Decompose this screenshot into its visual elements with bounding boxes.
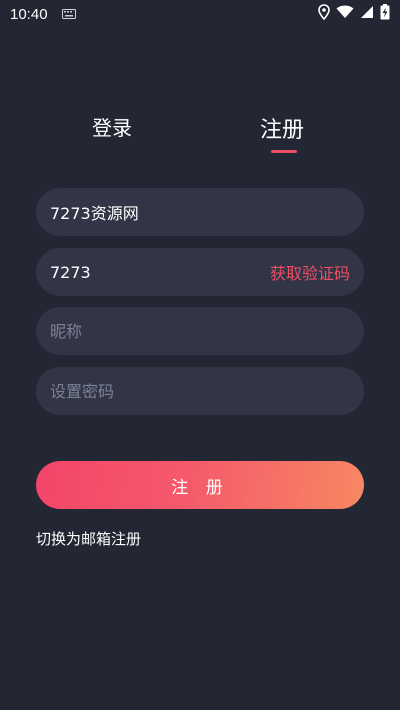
location-icon [318,4,330,24]
username-field [36,188,364,236]
switch-to-email-link[interactable]: 切换为邮箱注册 [36,528,141,549]
username-input[interactable] [50,202,350,222]
nickname-field [36,307,364,355]
auth-tabs: 登录 注册 [0,112,400,162]
code-field: 获取验证码 [36,248,364,296]
password-input[interactable] [50,381,350,401]
status-time: 10:40 [10,5,48,23]
active-tab-indicator [271,150,297,153]
verification-code-input[interactable] [50,262,270,282]
status-bar: 10:40 [0,0,400,28]
wifi-icon [336,5,354,23]
tab-login[interactable]: 登录 [92,112,132,141]
register-button[interactable]: 注 册 [36,461,364,509]
tab-register[interactable]: 注册 [260,112,304,144]
password-field [36,367,364,415]
nickname-input[interactable] [50,321,350,341]
signal-icon [360,5,374,23]
keyboard-icon [61,5,76,23]
battery-charging-icon [380,4,390,24]
get-code-button[interactable]: 获取验证码 [270,260,350,284]
